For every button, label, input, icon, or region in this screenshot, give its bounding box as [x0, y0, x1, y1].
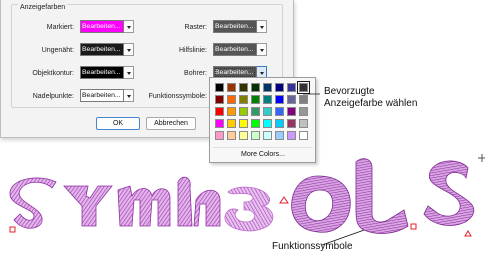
- chevron-down-icon[interactable]: [257, 43, 267, 56]
- label-hilfslinie: Hilfslinie:: [178, 47, 207, 54]
- callout-preferred-line1: Bevorzugte: [324, 86, 375, 97]
- color-swatch-31[interactable]: [299, 119, 308, 128]
- hilfslinie-color-swatch[interactable]: Bearbeiten...: [213, 43, 257, 56]
- label-nadelpunkte: Nadelpunkte:: [32, 93, 74, 100]
- color-swatch-0[interactable]: [215, 83, 224, 92]
- color-swatch-17[interactable]: [227, 107, 236, 116]
- color-swatch-37[interactable]: [275, 131, 284, 140]
- chevron-down-icon[interactable]: [124, 89, 134, 102]
- color-swatch-26[interactable]: [239, 119, 248, 128]
- nadelpunkte-color-combo[interactable]: Bearbeiten...: [80, 89, 134, 102]
- color-swatch-20[interactable]: [263, 107, 272, 116]
- color-swatch-34[interactable]: [239, 131, 248, 140]
- color-swatch-11[interactable]: [251, 95, 260, 104]
- color-swatch-33[interactable]: [227, 131, 236, 140]
- function-symbol-marker: [279, 196, 289, 204]
- ok-button[interactable]: OK: [96, 117, 140, 130]
- color-swatch-28[interactable]: [263, 119, 272, 128]
- function-symbol-marker: [410, 223, 417, 230]
- color-swatch-1[interactable]: [227, 83, 236, 92]
- group-title: Anzeigefarben: [18, 4, 68, 11]
- function-symbol-marker: [9, 226, 16, 233]
- objektkontur-color-swatch[interactable]: Bearbeiten...: [80, 66, 124, 79]
- color-swatch-25[interactable]: [227, 119, 236, 128]
- color-swatch-10[interactable]: [239, 95, 248, 104]
- objektkontur-color-combo[interactable]: Bearbeiten...: [80, 66, 134, 79]
- color-swatch-32[interactable]: [215, 131, 224, 140]
- glyph-y: [63, 185, 113, 227]
- glyph-m-2: [177, 176, 221, 227]
- label-objektkontur: Objektkontur:: [32, 70, 74, 77]
- label-bohrer: Bohrer:: [184, 70, 207, 77]
- color-swatch-6[interactable]: [287, 83, 296, 92]
- color-swatch-27[interactable]: [251, 119, 260, 128]
- function-symbol-marker: [464, 230, 472, 237]
- chevron-down-icon[interactable]: [124, 66, 134, 79]
- color-swatch-9[interactable]: [227, 95, 236, 104]
- glyph-m-1: [117, 185, 171, 227]
- glyph-b: [224, 186, 274, 232]
- ungenaeht-color-swatch[interactable]: Bearbeiten...: [80, 43, 124, 56]
- ungenaeht-color-combo[interactable]: Bearbeiten...: [80, 43, 134, 56]
- color-swatch-39[interactable]: [299, 131, 308, 140]
- color-swatch-19[interactable]: [251, 107, 260, 116]
- color-swatch-23[interactable]: [299, 107, 308, 116]
- cancel-button[interactable]: Abbrechen: [146, 117, 196, 130]
- color-swatch-8[interactable]: [215, 95, 224, 104]
- color-swatch-38[interactable]: [287, 131, 296, 140]
- raster-color-swatch[interactable]: Bearbeiten...: [213, 20, 257, 33]
- glyph-o: [291, 175, 351, 233]
- color-swatch-35[interactable]: [251, 131, 260, 140]
- color-swatch-29[interactable]: [275, 119, 284, 128]
- hilfslinie-color-combo[interactable]: Bearbeiten...: [213, 43, 267, 56]
- glyph-s-1: [9, 177, 57, 229]
- glyph-l: [355, 158, 409, 234]
- color-swatch-12[interactable]: [263, 95, 272, 104]
- markiert-color-swatch[interactable]: Bearbeiten...: [80, 20, 124, 33]
- color-swatch-36[interactable]: [263, 131, 272, 140]
- label-funktionssymbole: Funktionssymbole:: [148, 93, 207, 100]
- color-swatch-14[interactable]: [287, 95, 296, 104]
- raster-color-combo[interactable]: Bearbeiten...: [213, 20, 267, 33]
- nadelpunkte-color-swatch[interactable]: Bearbeiten...: [80, 89, 124, 102]
- embroidery-preview: [9, 154, 485, 237]
- label-markiert: Markiert:: [46, 24, 74, 31]
- color-grid: [215, 81, 310, 140]
- callout-symbols: Funktionssymbole: [272, 241, 353, 252]
- color-swatch-24[interactable]: [215, 119, 224, 128]
- color-swatch-7[interactable]: [297, 81, 310, 94]
- color-swatch-2[interactable]: [239, 83, 248, 92]
- color-swatch-22[interactable]: [287, 107, 296, 116]
- callout-preferred-line2: Anzeigefarbe wählen: [324, 98, 418, 109]
- color-swatch-13[interactable]: [275, 95, 284, 104]
- color-swatch-30[interactable]: [287, 119, 296, 128]
- color-swatch-21[interactable]: [275, 107, 284, 116]
- markiert-color-combo[interactable]: Bearbeiten...: [80, 20, 134, 33]
- color-swatch-5[interactable]: [275, 83, 284, 92]
- color-swatch-15[interactable]: [299, 95, 308, 104]
- label-ungenaeht: Ungenäht:: [41, 47, 74, 54]
- chevron-down-icon[interactable]: [124, 20, 134, 33]
- chevron-down-icon[interactable]: [257, 20, 267, 33]
- color-swatch-3[interactable]: [251, 83, 260, 92]
- glyph-s-2: [423, 160, 475, 226]
- color-swatch-16[interactable]: [215, 107, 224, 116]
- color-swatch-18[interactable]: [239, 107, 248, 116]
- color-swatch-4[interactable]: [263, 83, 272, 92]
- label-raster: Raster:: [184, 24, 207, 31]
- chevron-down-icon[interactable]: [124, 43, 134, 56]
